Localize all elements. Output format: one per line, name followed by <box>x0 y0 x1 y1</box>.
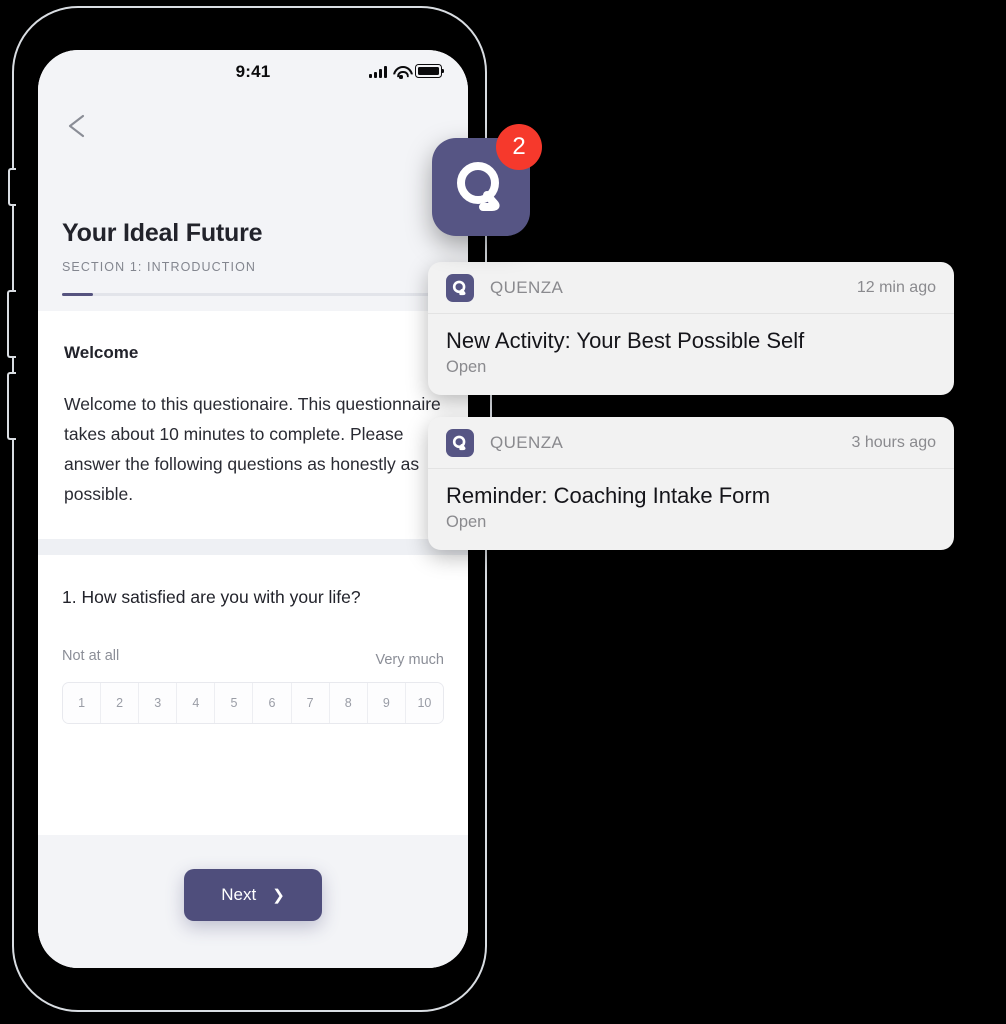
notification-body: New Activity: Your Best Possible Self Ope… <box>428 314 954 395</box>
notification-body: Reminder: Coaching Intake Form Open <box>428 469 954 550</box>
likert-cell[interactable]: 3 <box>139 683 178 724</box>
likert-cell[interactable]: 1 <box>63 683 102 724</box>
quenza-icon <box>446 429 474 457</box>
progress-bar <box>62 293 446 296</box>
scale-labels: Not at all Very much <box>62 648 444 668</box>
notification-title: New Activity: Your Best Possible Self <box>446 328 805 353</box>
chevron-left-icon <box>68 114 85 138</box>
question-card: 1. How satisfied are you with your life?… <box>38 555 468 836</box>
likert-cell[interactable]: 8 <box>329 683 368 724</box>
likert-cell[interactable]: 10 <box>405 683 443 724</box>
next-button[interactable]: Next ❯ <box>184 869 322 922</box>
chevron-right-icon: ❯ <box>272 887 285 905</box>
page-title: Your Ideal Future <box>62 219 263 247</box>
notification-app-name: QUENZA <box>490 278 564 297</box>
welcome-heading: Welcome <box>64 343 139 362</box>
cellular-bars-icon <box>369 66 387 78</box>
notification-title: Reminder: Coaching Intake Form <box>446 483 771 508</box>
status-bar: 9:41 <box>38 50 468 94</box>
quenza-app-icon-wrapper[interactable]: 2 <box>432 124 542 236</box>
notification-header: QUENZA 3 hours ago <box>428 417 954 469</box>
status-bar-icons <box>369 64 445 79</box>
likert-cell[interactable]: 4 <box>177 683 216 724</box>
likert-cell[interactable]: 9 <box>367 683 406 724</box>
welcome-body-text: Welcome to this questionaire. This quest… <box>64 394 441 505</box>
card-separator <box>38 539 468 556</box>
notification-header: QUENZA 12 min ago <box>428 262 954 314</box>
question-text: 1. How satisfied are you with your life? <box>62 587 361 608</box>
notification-badge: 2 <box>496 124 542 170</box>
back-button[interactable] <box>58 106 98 146</box>
likert-scale[interactable]: 1 2 3 4 5 6 7 8 9 10 <box>62 682 444 725</box>
next-button-label: Next <box>221 885 257 905</box>
likert-cell[interactable]: 7 <box>291 683 330 724</box>
section-label: SECTION 1: INTRODUCTION <box>62 260 257 274</box>
volume-down-button[interactable] <box>7 372 16 440</box>
notification-list: QUENZA 12 min ago New Activity: Your Best … <box>428 262 954 572</box>
screen-footer: Next ❯ <box>38 835 468 968</box>
app-header: Your Ideal Future SECTION 1: INTRODUCTIO… <box>38 94 468 311</box>
quenza-icon <box>446 274 474 302</box>
notification-action[interactable]: Open <box>446 513 936 532</box>
notification-time: 12 min ago <box>856 279 936 296</box>
notification-time: 3 hours ago <box>851 434 936 451</box>
notification-app-name: QUENZA <box>490 433 564 452</box>
welcome-card: Welcome Welcome to this questionaire. Th… <box>38 311 468 540</box>
silent-switch-button[interactable] <box>8 168 16 206</box>
battery-full-icon <box>415 64 445 78</box>
progress-bar-fill <box>62 293 93 296</box>
scale-low-label: Not at all <box>62 648 120 665</box>
likert-cell[interactable]: 5 <box>215 683 254 724</box>
likert-cell[interactable]: 2 <box>101 683 140 724</box>
volume-up-button[interactable] <box>7 290 16 358</box>
notification-card[interactable]: QUENZA 3 hours ago Reminder: Coaching Inta… <box>428 417 954 550</box>
scale-high-label: Very much <box>375 652 445 669</box>
notification-action[interactable]: Open <box>446 358 936 377</box>
notification-card[interactable]: QUENZA 12 min ago New Activity: Your Best … <box>428 262 954 395</box>
quenza-q-logo-icon <box>457 162 500 211</box>
wifi-icon <box>393 66 409 79</box>
phone-screen: 9:41 Your Ideal Future SECTION 1: INTROD… <box>38 50 468 968</box>
likert-cell[interactable]: 6 <box>253 683 292 724</box>
